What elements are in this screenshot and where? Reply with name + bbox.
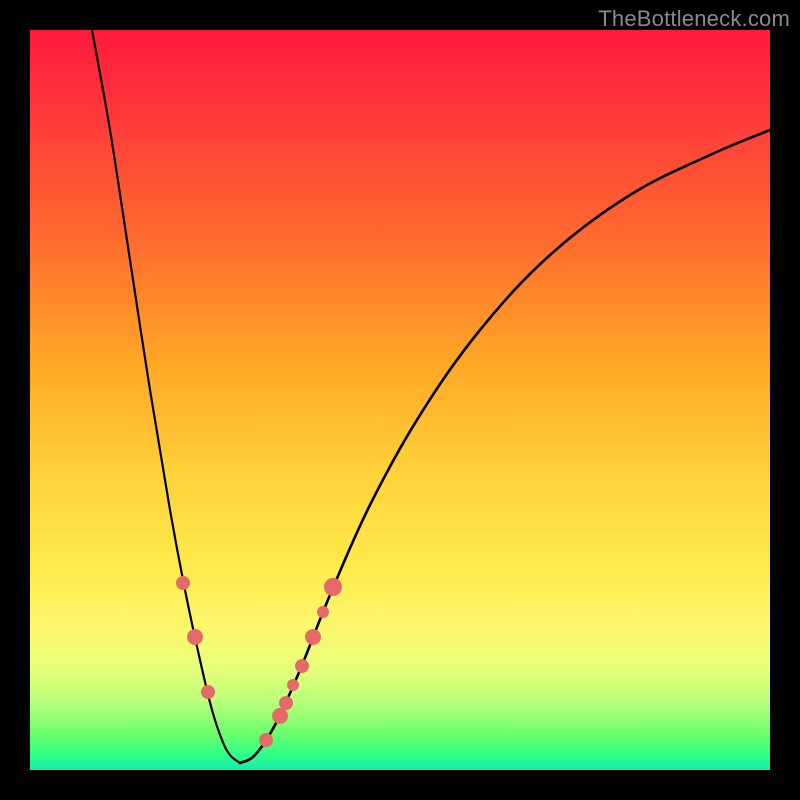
watermark-text: TheBottleneck.com <box>598 6 790 32</box>
curve-layer <box>30 30 770 770</box>
marker-dot <box>201 685 215 699</box>
marker-dot <box>259 733 273 747</box>
marker-dot <box>295 659 309 673</box>
marker-dot <box>324 578 342 596</box>
plot-area <box>30 30 770 770</box>
left-curve <box>92 30 240 763</box>
marker-dot <box>287 679 299 691</box>
marker-dot <box>317 606 329 618</box>
marker-dot <box>187 629 203 645</box>
right-curve <box>240 130 770 763</box>
marker-dot <box>176 576 190 590</box>
marker-dot <box>272 708 288 724</box>
marker-dot <box>305 629 321 645</box>
marker-dot <box>279 696 293 710</box>
chart-frame: TheBottleneck.com <box>0 0 800 800</box>
